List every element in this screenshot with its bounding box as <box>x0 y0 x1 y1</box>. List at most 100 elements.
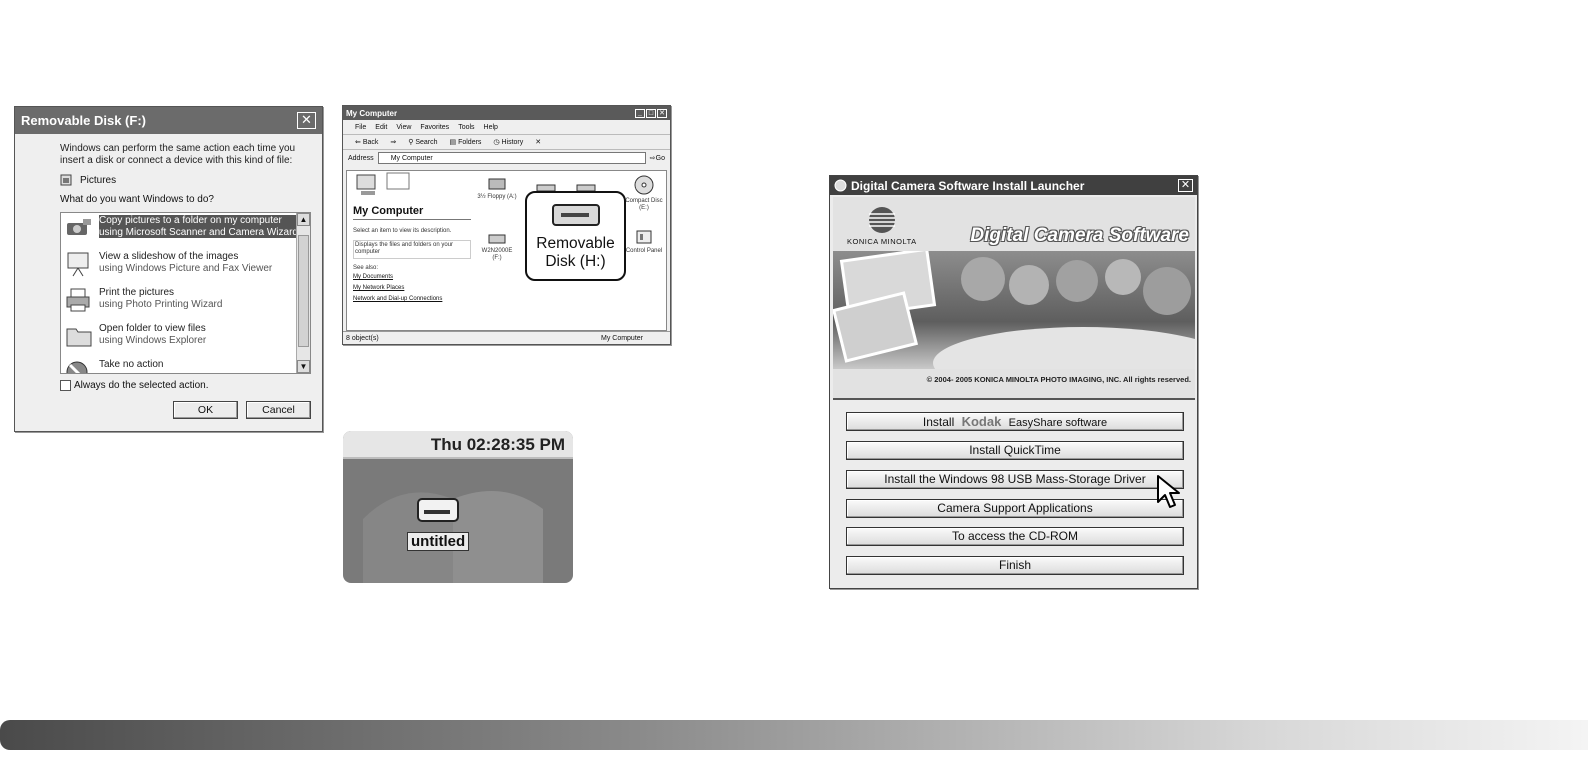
list-item[interactable]: Print the pictures using Photo Printing W… <box>61 285 310 321</box>
see-also-label: See also: <box>353 264 379 271</box>
folders-button[interactable]: ▤ Folders <box>450 138 482 146</box>
maximize-icon[interactable]: □ <box>646 108 656 118</box>
pictures-icon <box>60 174 72 186</box>
history-button[interactable]: ◷ History <box>493 138 523 146</box>
disk-label: untitled <box>407 532 470 551</box>
menu-favorites[interactable]: Favorites <box>420 124 449 131</box>
untitled-disk[interactable]: untitled <box>407 497 470 551</box>
search-button[interactable]: ⚲ Search <box>408 138 437 146</box>
launcher-titlebar: Digital Camera Software Install Launcher… <box>830 176 1197 195</box>
menu-bar-clock: Thu 02:28:35 PM <box>343 431 573 459</box>
scroll-down-icon[interactable]: ▼ <box>297 360 310 373</box>
children-photo <box>833 247 1195 399</box>
address-input[interactable]: My Computer <box>377 152 646 164</box>
window-title: My Computer <box>346 108 398 118</box>
always-checkbox[interactable]: Always do the selected action. <box>60 380 209 391</box>
status-count: 8 object(s) <box>346 334 379 342</box>
install-usb-driver-button[interactable]: Install the Windows 98 USB Mass-Storage … <box>846 470 1184 489</box>
list-item[interactable]: View a slideshow of the images using Wind… <box>61 249 310 285</box>
checkbox-box[interactable] <box>60 380 71 391</box>
camera-icon <box>67 219 91 235</box>
link-dialup[interactable]: Network and Dial-up Connections <box>353 294 471 305</box>
finish-button[interactable]: Finish <box>846 556 1184 575</box>
install-kodak-button[interactable]: Install Kodak EasyShare software <box>846 412 1184 431</box>
printer-icon <box>66 288 90 312</box>
cd-icon <box>634 175 654 195</box>
dialog-question: What do you want Windows to do? <box>60 194 214 205</box>
slideshow-icon <box>67 252 89 277</box>
address-bar: Address My Computer ⇨Go <box>343 150 670 166</box>
menu-tools[interactable]: Tools <box>458 124 474 131</box>
scroll-up-icon[interactable]: ▲ <box>297 213 310 226</box>
link-network-places[interactable]: My Network Places <box>353 283 471 294</box>
delete-icon[interactable]: ✕ <box>535 138 541 146</box>
list-item[interactable]: Take no action <box>61 357 310 373</box>
menu-edit[interactable]: Edit <box>375 124 387 131</box>
menu-view[interactable]: View <box>396 124 411 131</box>
forward-icon[interactable]: ⇒ <box>390 138 396 146</box>
ok-button[interactable]: OK <box>173 401 238 419</box>
panel-title: My Computer <box>353 205 471 220</box>
mouse-cursor-icon <box>1157 475 1180 508</box>
back-button[interactable]: ⇐ Back <box>355 138 378 146</box>
status-bar: 8 object(s) My Computer <box>343 331 670 344</box>
folder-icon <box>66 328 92 347</box>
menu-bar: File Edit View Favorites Tools Help <box>343 120 670 135</box>
my-computer-window: My Computer _ □ ✕ File Edit View Favorites… <box>342 105 671 345</box>
floppy-icon <box>488 178 506 190</box>
launcher-banner: KONICA MINOLTA Digital Camera Software ©… <box>833 197 1195 399</box>
link-my-documents[interactable]: My Documents <box>353 272 471 283</box>
toolbar: ⇐ Back ⇒ ⚲ Search ▤ Folders ◷ History ✕ <box>343 135 670 150</box>
dialog-message: Windows can perform the same action each… <box>60 143 296 166</box>
launcher-title: Digital Camera Software Install Launcher <box>851 178 1085 193</box>
panel-hint: Select an item to view its description. <box>353 228 452 234</box>
install-launcher-window: Digital Camera Software Install Launcher… <box>829 175 1198 589</box>
children-photo-art <box>833 247 1195 399</box>
always-label: Always do the selected action. <box>74 380 209 391</box>
content-pane: My Computer Select an item to view its d… <box>346 170 667 331</box>
address-label: Address <box>348 154 374 162</box>
computer-icon <box>356 172 410 195</box>
install-quicktime-button[interactable]: Install QuickTime <box>846 441 1184 460</box>
mac-desktop: Thu 02:28:35 PM untitled <box>343 431 573 583</box>
compact-disc-drive[interactable]: Compact Disc (E:) <box>623 175 665 212</box>
kodak-wordmark: Kodak <box>961 414 1002 429</box>
info-panel: My Computer Select an item to view its d… <box>353 171 471 305</box>
menu-help[interactable]: Help <box>484 124 498 131</box>
app-icon <box>834 179 847 192</box>
removable-disk-label: Removable Disk (H:) <box>536 235 615 270</box>
brand-logo: KONICA MINOLTA <box>847 205 917 246</box>
dialog-titlebar: Removable Disk (F:) ✕ <box>15 107 322 134</box>
action-list[interactable]: Copy pictures to a folder on my computer… <box>60 212 311 374</box>
disk-drive[interactable]: W2N2000E (F:) <box>477 233 517 262</box>
banner-heading: Digital Camera Software <box>970 225 1189 246</box>
menu-file[interactable]: File <box>355 124 366 131</box>
removable-disk-highlight[interactable]: Removable Disk (H:) <box>525 191 626 281</box>
close-icon[interactable]: ✕ <box>297 112 316 129</box>
content-type-row: Pictures <box>60 174 116 186</box>
window-titlebar: My Computer _ □ ✕ <box>343 106 670 120</box>
list-item[interactable]: Copy pictures to a folder on my computer… <box>61 213 310 249</box>
removable-disk-dialog: Removable Disk (F:) ✕ Windows can perfor… <box>14 106 323 432</box>
go-button[interactable]: ⇨Go <box>650 154 665 162</box>
minimize-icon[interactable]: _ <box>635 108 645 118</box>
footer-bar <box>0 720 1588 750</box>
cancel-button[interactable]: Cancel <box>246 401 311 419</box>
control-panel-icon <box>636 230 652 244</box>
drive-icon <box>488 234 506 244</box>
konica-minolta-logo-icon <box>868 207 895 233</box>
close-icon[interactable]: ✕ <box>657 108 667 118</box>
disk-icon <box>417 498 460 522</box>
status-location: My Computer <box>600 334 643 342</box>
scrollbar[interactable]: ▲ ▼ <box>296 213 310 373</box>
list-item[interactable]: Open folder to view files using Windows E… <box>61 321 310 357</box>
camera-support-button[interactable]: Camera Support Applications <box>846 499 1184 518</box>
control-panel[interactable]: Control Panel <box>623 229 665 255</box>
panel-description: Displays the files and folders on your c… <box>353 239 471 259</box>
copyright: © 2004- 2005 KONICA MINOLTA PHOTO IMAGIN… <box>926 375 1191 384</box>
scroll-thumb[interactable] <box>298 235 309 347</box>
close-icon[interactable]: ✕ <box>1178 179 1193 192</box>
dialog-title: Removable Disk (F:) <box>21 113 146 128</box>
access-cdrom-button[interactable]: To access the CD-ROM <box>846 527 1184 546</box>
floppy-drive[interactable]: 3½ Floppy (A:) <box>477 177 517 201</box>
